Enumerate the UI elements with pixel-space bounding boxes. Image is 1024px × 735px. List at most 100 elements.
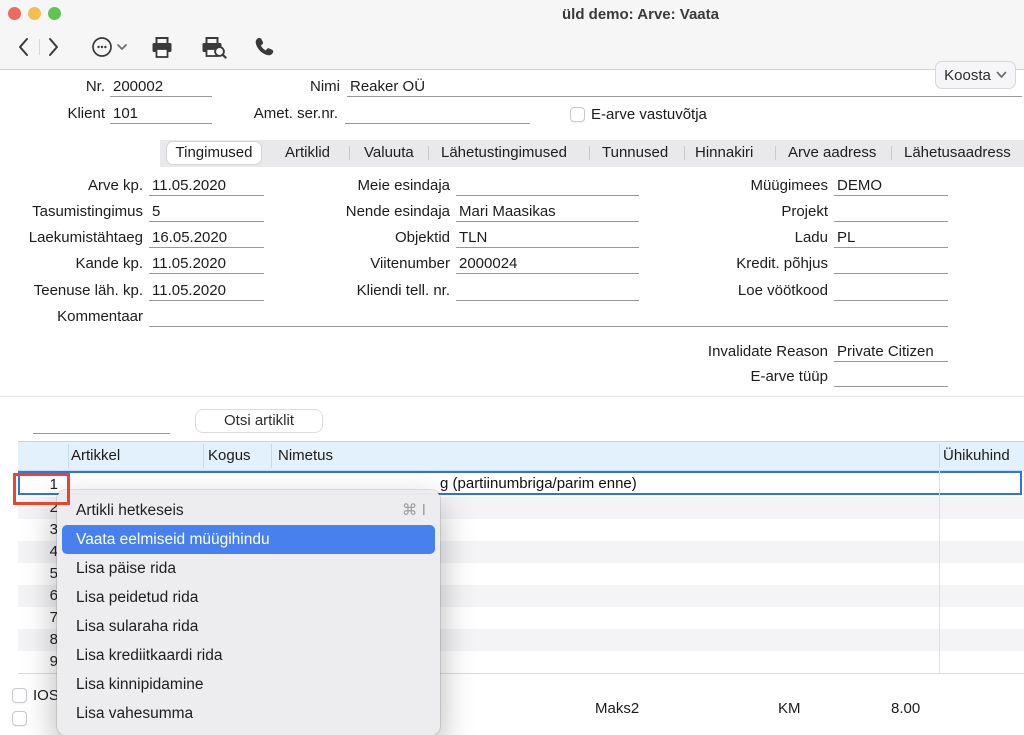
minimize-window-button[interactable] xyxy=(28,7,41,20)
invalidate-reason-field[interactable]: Private Citizen xyxy=(834,342,948,362)
laekumistahtaeg-field[interactable]: 16.05.2020 xyxy=(149,228,264,248)
menu-item-lisa-kinnipidamine[interactable]: Lisa kinnipidamine xyxy=(57,670,440,699)
toolbar-divider xyxy=(39,39,40,55)
otsi-artiklit-button[interactable]: Otsi artiklit xyxy=(195,409,323,433)
tab-separator xyxy=(428,146,429,160)
print-preview-icon[interactable] xyxy=(200,36,228,63)
menu-item-artikli-hetkeseis[interactable]: Artikli hetkeseis ⌘ I xyxy=(57,496,440,525)
teenuse-lah-kp-field[interactable]: 11.05.2020 xyxy=(149,281,264,301)
window-title: üld demo: Arve: Vaata xyxy=(562,6,719,23)
tab-separator xyxy=(589,146,590,160)
menu-item-label: Lisa kinnipidamine xyxy=(76,676,204,693)
selected-row-nimetus-text: g (partiinumbriga/parim enne) xyxy=(440,475,637,492)
amet-sernr-label: Amet. ser.nr. xyxy=(188,104,338,124)
menu-item-lisa-peidetud-rida[interactable]: Lisa peidetud rida xyxy=(57,583,440,612)
column-header-kogus[interactable]: Kogus xyxy=(208,447,251,464)
tab-separator xyxy=(775,146,776,160)
invoice-window: { "window": { "title": "üld demo: Arve: … xyxy=(0,0,1024,715)
kliendi-tell-nr-field[interactable] xyxy=(456,281,639,301)
earve-tuup-field[interactable] xyxy=(834,367,948,387)
ios-checkbox[interactable] xyxy=(12,688,27,703)
menu-item-lisa-paise-rida[interactable]: Lisa päise rida xyxy=(57,554,440,583)
loe-vootkood-label: Loe vöötkood xyxy=(648,281,828,301)
tasumistingimus-label: Tasumistingimus xyxy=(3,202,143,222)
earve-vastuvotja-checkbox[interactable] xyxy=(570,107,585,122)
menu-item-lisa-krediitkaardi-rida[interactable]: Lisa krediitkaardi rida xyxy=(57,641,440,670)
earve-tuup-label: E-arve tüüp xyxy=(648,367,828,387)
tab-separator xyxy=(684,146,685,160)
tab-separator xyxy=(891,146,892,160)
kredit-pohjus-field[interactable] xyxy=(834,254,948,274)
menu-item-shortcut: ⌘ I xyxy=(402,496,426,525)
projekt-field[interactable] xyxy=(834,202,948,222)
article-search-input[interactable] xyxy=(33,413,170,434)
row-number[interactable]: 6 xyxy=(18,585,58,607)
ladu-field[interactable]: PL xyxy=(834,228,948,248)
nr-field[interactable]: 200002 xyxy=(110,77,212,97)
nende-esindaja-field[interactable]: Mari Maasikas xyxy=(456,202,639,222)
kande-kp-field[interactable]: 11.05.2020 xyxy=(149,254,264,274)
back-icon[interactable] xyxy=(16,36,31,62)
ios-checkbox-label: IOS xyxy=(33,687,59,704)
viitenumber-field[interactable]: 2000024 xyxy=(456,254,639,274)
tab-lahetusaadress[interactable]: Lähetusaadress xyxy=(904,144,1011,161)
menu-item-label: Lisa päise rida xyxy=(76,560,176,577)
column-header-nimetus[interactable]: Nimetus xyxy=(278,447,333,464)
tab-separator xyxy=(349,146,350,160)
row-number[interactable]: 7 xyxy=(18,607,58,629)
column-divider xyxy=(271,444,272,468)
menu-item-label: Vaata eelmiseid müügihindu xyxy=(76,531,270,548)
row-number[interactable]: 8 xyxy=(18,629,58,651)
arve-kp-field[interactable]: 11.05.2020 xyxy=(149,176,264,196)
tab-tingimused[interactable]: Tingimused xyxy=(166,141,262,165)
more-options-icon[interactable] xyxy=(90,35,130,63)
print-icon[interactable] xyxy=(150,36,174,63)
arve-kp-label: Arve kp. xyxy=(3,176,143,196)
tasumistingimus-field[interactable]: 5 xyxy=(149,202,264,222)
tab-tunnused[interactable]: Tunnused xyxy=(602,144,668,161)
tab-valuuta[interactable]: Valuuta xyxy=(364,144,414,161)
row-number[interactable]: 3 xyxy=(18,519,58,541)
row-number[interactable]: 4 xyxy=(18,541,58,563)
km-value: 8.00 xyxy=(891,700,920,717)
meie-esindaja-field[interactable] xyxy=(456,176,639,196)
nende-esindaja-label: Nende esindaja xyxy=(280,202,450,222)
muugimees-field[interactable]: DEMO xyxy=(834,176,948,196)
tab-arve-aadress[interactable]: Arve aadress xyxy=(788,144,876,161)
invalidate-reason-label: Invalidate Reason xyxy=(648,342,828,362)
kommentaar-field[interactable] xyxy=(149,307,948,327)
close-window-button[interactable] xyxy=(8,7,21,20)
amet-sernr-field[interactable] xyxy=(345,104,530,124)
nimi-field[interactable]: Reaker OÜ xyxy=(347,77,1022,97)
table-header xyxy=(18,441,1024,471)
menu-item-lisa-vahesumma[interactable]: Lisa vahesumma xyxy=(57,699,440,728)
meie-esindaja-label: Meie esindaja xyxy=(280,176,450,196)
menu-item-vaata-eelmiseid-muugihindu[interactable]: Vaata eelmiseid müügihindu xyxy=(62,525,435,554)
phone-icon[interactable] xyxy=(252,36,275,63)
nimi-label: Nimi xyxy=(280,77,340,97)
menu-item-lisa-sularaha-rida[interactable]: Lisa sularaha rida xyxy=(57,612,440,641)
laekumistahtaeg-label: Laekumistähtaeg xyxy=(3,228,143,248)
forward-icon[interactable] xyxy=(46,36,61,62)
tab-artiklid[interactable]: Artiklid xyxy=(285,144,330,161)
tab-hinnakiri[interactable]: Hinnakiri xyxy=(695,144,753,161)
menu-item-label: Lisa peidetud rida xyxy=(76,589,198,606)
column-divider xyxy=(939,444,940,468)
uhikuhind-column-divider xyxy=(939,471,940,673)
viitenumber-label: Viitenumber xyxy=(280,254,450,274)
column-header-uhikuhind[interactable]: Ühikuhind xyxy=(943,447,1010,464)
maks-label: Maks2 xyxy=(595,700,639,717)
loe-vootkood-field[interactable] xyxy=(834,281,948,301)
tab-lahetustingimused[interactable]: Lähetustingimused xyxy=(441,144,567,161)
menu-item-label: Lisa vahesumma xyxy=(76,705,193,722)
zoom-window-button[interactable] xyxy=(48,7,61,20)
kande-kp-label: Kande kp. xyxy=(3,254,143,274)
objektid-field[interactable]: TLN xyxy=(456,228,639,248)
row-number[interactable]: 9 xyxy=(18,651,58,673)
menu-item-label: Artikli hetkeseis xyxy=(76,502,184,519)
row-number[interactable]: 5 xyxy=(18,563,58,585)
ladu-label: Ladu xyxy=(648,228,828,248)
footer-checkbox-partial[interactable] xyxy=(12,711,27,726)
column-divider xyxy=(203,444,204,468)
column-header-artikkel[interactable]: Artikkel xyxy=(71,447,120,464)
